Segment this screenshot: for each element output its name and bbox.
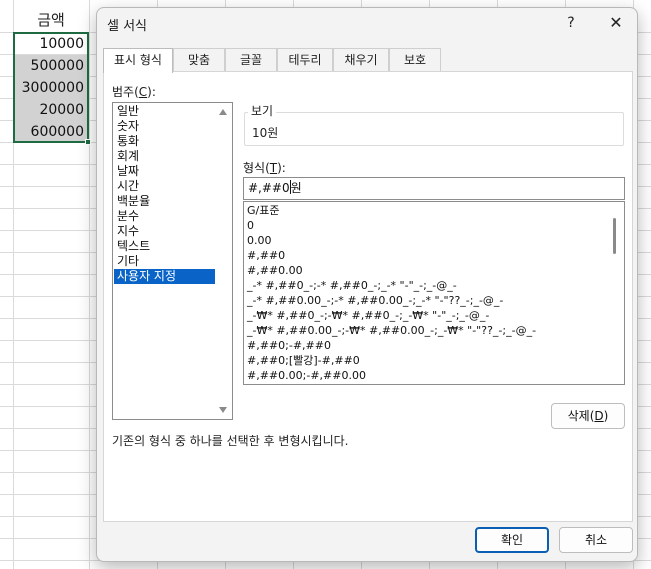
dialog-title: 셀 서식 bbox=[107, 19, 148, 34]
tab-fill[interactable]: 채우기 bbox=[333, 48, 389, 72]
column-header-cell[interactable]: 금액 bbox=[14, 8, 88, 32]
category-item[interactable]: 회계 bbox=[114, 149, 215, 164]
grid-line bbox=[89, 0, 90, 569]
format-code-item[interactable]: _-₩* #,##0.00_-;-₩* #,##0.00_-;_-₩* "-"?… bbox=[247, 323, 536, 338]
category-item[interactable]: 텍스트 bbox=[114, 239, 215, 254]
scroll-up-icon[interactable] bbox=[219, 109, 227, 115]
category-item-selected[interactable]: 사용자 지정 bbox=[114, 269, 215, 284]
category-item[interactable]: 숫자 bbox=[114, 119, 215, 134]
format-code-item[interactable]: #,##0;[빨강]-#,##0 bbox=[247, 353, 360, 368]
ok-button[interactable]: 확인 bbox=[475, 527, 549, 553]
type-label: 형식(T): bbox=[243, 161, 286, 175]
format-list-scroll-thumb[interactable] bbox=[613, 218, 616, 254]
description-text: 기존의 형식 중 하나를 선택한 후 변형시킵니다. bbox=[112, 434, 349, 448]
tab-border[interactable]: 테두리 bbox=[277, 48, 333, 72]
format-code-item[interactable]: _-* #,##0.00_-;-* #,##0.00_-;_-* "-"??_-… bbox=[247, 293, 503, 308]
sample-group bbox=[244, 112, 624, 146]
category-scrollbar[interactable] bbox=[215, 103, 232, 419]
category-item[interactable]: 기타 bbox=[114, 254, 215, 269]
fill-handle[interactable] bbox=[85, 139, 91, 145]
number-tab-panel: 범주(C): 일반 숫자 통화 회계 날짜 시간 백분율 분수 지수 텍스트 기… bbox=[103, 71, 633, 522]
format-code-item[interactable]: #,##0.00;-#,##0.00 bbox=[247, 368, 366, 383]
category-item[interactable]: 분수 bbox=[114, 209, 215, 224]
cancel-button[interactable]: 취소 bbox=[559, 527, 633, 553]
category-item[interactable]: 날짜 bbox=[114, 164, 215, 179]
format-code-item[interactable]: _-* #,##0_-;-* #,##0_-;_-* "-"_-;_-@_- bbox=[247, 278, 457, 293]
format-code-item[interactable]: #,##0;-#,##0 bbox=[247, 338, 331, 353]
format-code-list[interactable]: G/표준 0 0.00 #,##0 #,##0.00 _-* #,##0_-;-… bbox=[243, 201, 625, 385]
selection-border bbox=[13, 32, 89, 143]
category-item[interactable]: 백분율 bbox=[114, 194, 215, 209]
delete-button[interactable]: 삭제(D) bbox=[551, 403, 625, 429]
close-button[interactable]: ✕ bbox=[605, 12, 627, 34]
format-code-item[interactable]: #,##0.00 bbox=[247, 263, 303, 278]
format-code-item[interactable]: #,##0 bbox=[247, 248, 285, 263]
format-code-item[interactable]: _-₩* #,##0_-;-₩* #,##0_-;_-₩* "-"_-;_-@_… bbox=[247, 308, 489, 323]
type-input[interactable]: #,##0원 bbox=[243, 177, 625, 200]
sample-label: 보기 bbox=[248, 102, 277, 119]
format-cells-dialog: 셀 서식 ? ✕ 표시 형식 맞춤 글꼴 테두리 채우기 보호 범주(C): 일… bbox=[96, 7, 638, 562]
tab-font[interactable]: 글꼴 bbox=[225, 48, 277, 72]
format-code-item[interactable]: 0.00 bbox=[247, 233, 272, 248]
category-item[interactable]: 통화 bbox=[114, 134, 215, 149]
help-button[interactable]: ? bbox=[560, 12, 582, 34]
category-label: 범주(C): bbox=[112, 85, 156, 99]
close-icon: ✕ bbox=[609, 13, 623, 32]
category-item[interactable]: 일반 bbox=[114, 104, 215, 119]
category-list[interactable]: 일반 숫자 통화 회계 날짜 시간 백분율 분수 지수 텍스트 기타 사용자 지… bbox=[112, 102, 233, 420]
tab-number[interactable]: 표시 형식 bbox=[103, 48, 173, 73]
format-code-item[interactable]: G/표준 bbox=[247, 203, 279, 218]
format-code-item[interactable]: 0 bbox=[247, 218, 254, 233]
category-item[interactable]: 지수 bbox=[114, 224, 215, 239]
scroll-down-icon[interactable] bbox=[219, 407, 227, 413]
tab-protection[interactable]: 보호 bbox=[389, 48, 441, 72]
tab-alignment[interactable]: 맞춤 bbox=[173, 48, 225, 72]
category-item[interactable]: 시간 bbox=[114, 179, 215, 194]
sample-value: 10원 bbox=[252, 126, 279, 140]
